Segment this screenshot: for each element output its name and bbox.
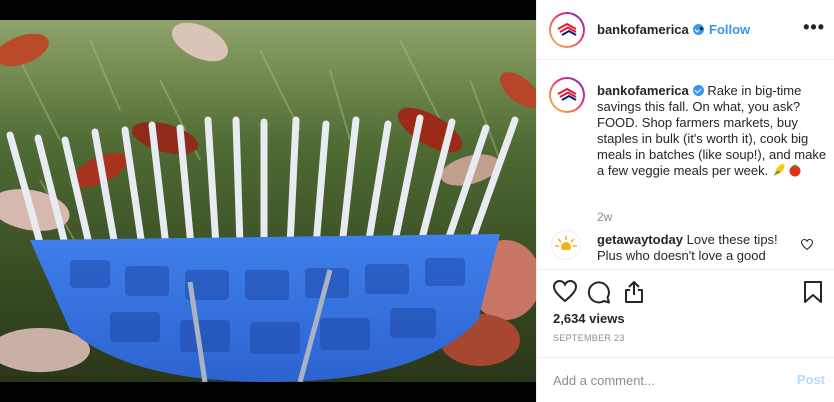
avatar[interactable] — [549, 12, 585, 48]
comment-bubble-icon[interactable] — [587, 280, 611, 304]
header-username[interactable]: bankofamerica — [597, 22, 704, 37]
more-options-icon[interactable]: ••• — [803, 18, 825, 36]
verified-badge-icon — [692, 85, 704, 96]
header-username-text[interactable]: bankofamerica — [597, 22, 689, 37]
bank-logo-icon — [557, 88, 577, 101]
post-date[interactable]: SEPTEMBER 23 — [553, 333, 625, 343]
follow-button[interactable]: Follow — [709, 22, 750, 37]
comment-avatar[interactable] — [551, 230, 581, 260]
share-icon[interactable] — [623, 280, 645, 304]
caption-time-ago[interactable]: 2w — [597, 210, 612, 224]
tomato-emoji-icon — [789, 164, 801, 177]
view-count[interactable]: 2,634 views — [553, 311, 625, 326]
comment-input[interactable] — [553, 370, 783, 390]
comment-username[interactable]: getawaytoday — [597, 232, 683, 247]
corn-emoji-icon — [773, 164, 785, 176]
comments-list[interactable]: bankofamerica Rake in big-time savings t… — [537, 61, 834, 269]
post-actions: 2,634 views SEPTEMBER 23 — [537, 269, 834, 357]
heart-icon[interactable] — [553, 280, 577, 302]
post-comment-button[interactable]: Post — [797, 372, 825, 387]
comment-like-heart-icon[interactable] — [801, 239, 813, 250]
sun-logo-icon — [555, 236, 577, 255]
caption-avatar[interactable] — [549, 77, 585, 113]
video-still — [0, 20, 536, 382]
header-separator: • — [699, 21, 704, 36]
caption-username[interactable]: bankofamerica — [597, 83, 689, 98]
caption-emojis — [772, 163, 802, 177]
post-sidebar: bankofamerica • Follow ••• bankofamerica… — [536, 0, 834, 402]
bookmark-icon[interactable] — [803, 280, 823, 304]
video-frame[interactable] — [0, 20, 536, 382]
post-header: bankofamerica • Follow ••• — [537, 0, 834, 60]
comment-composer: Post — [537, 357, 834, 402]
post-media[interactable] — [0, 0, 536, 402]
bank-logo-icon — [557, 23, 577, 36]
comment-text: getawaytoday Love these tips! Plus who d… — [597, 232, 797, 264]
caption-text: bankofamerica Rake in big-time savings t… — [597, 83, 827, 179]
